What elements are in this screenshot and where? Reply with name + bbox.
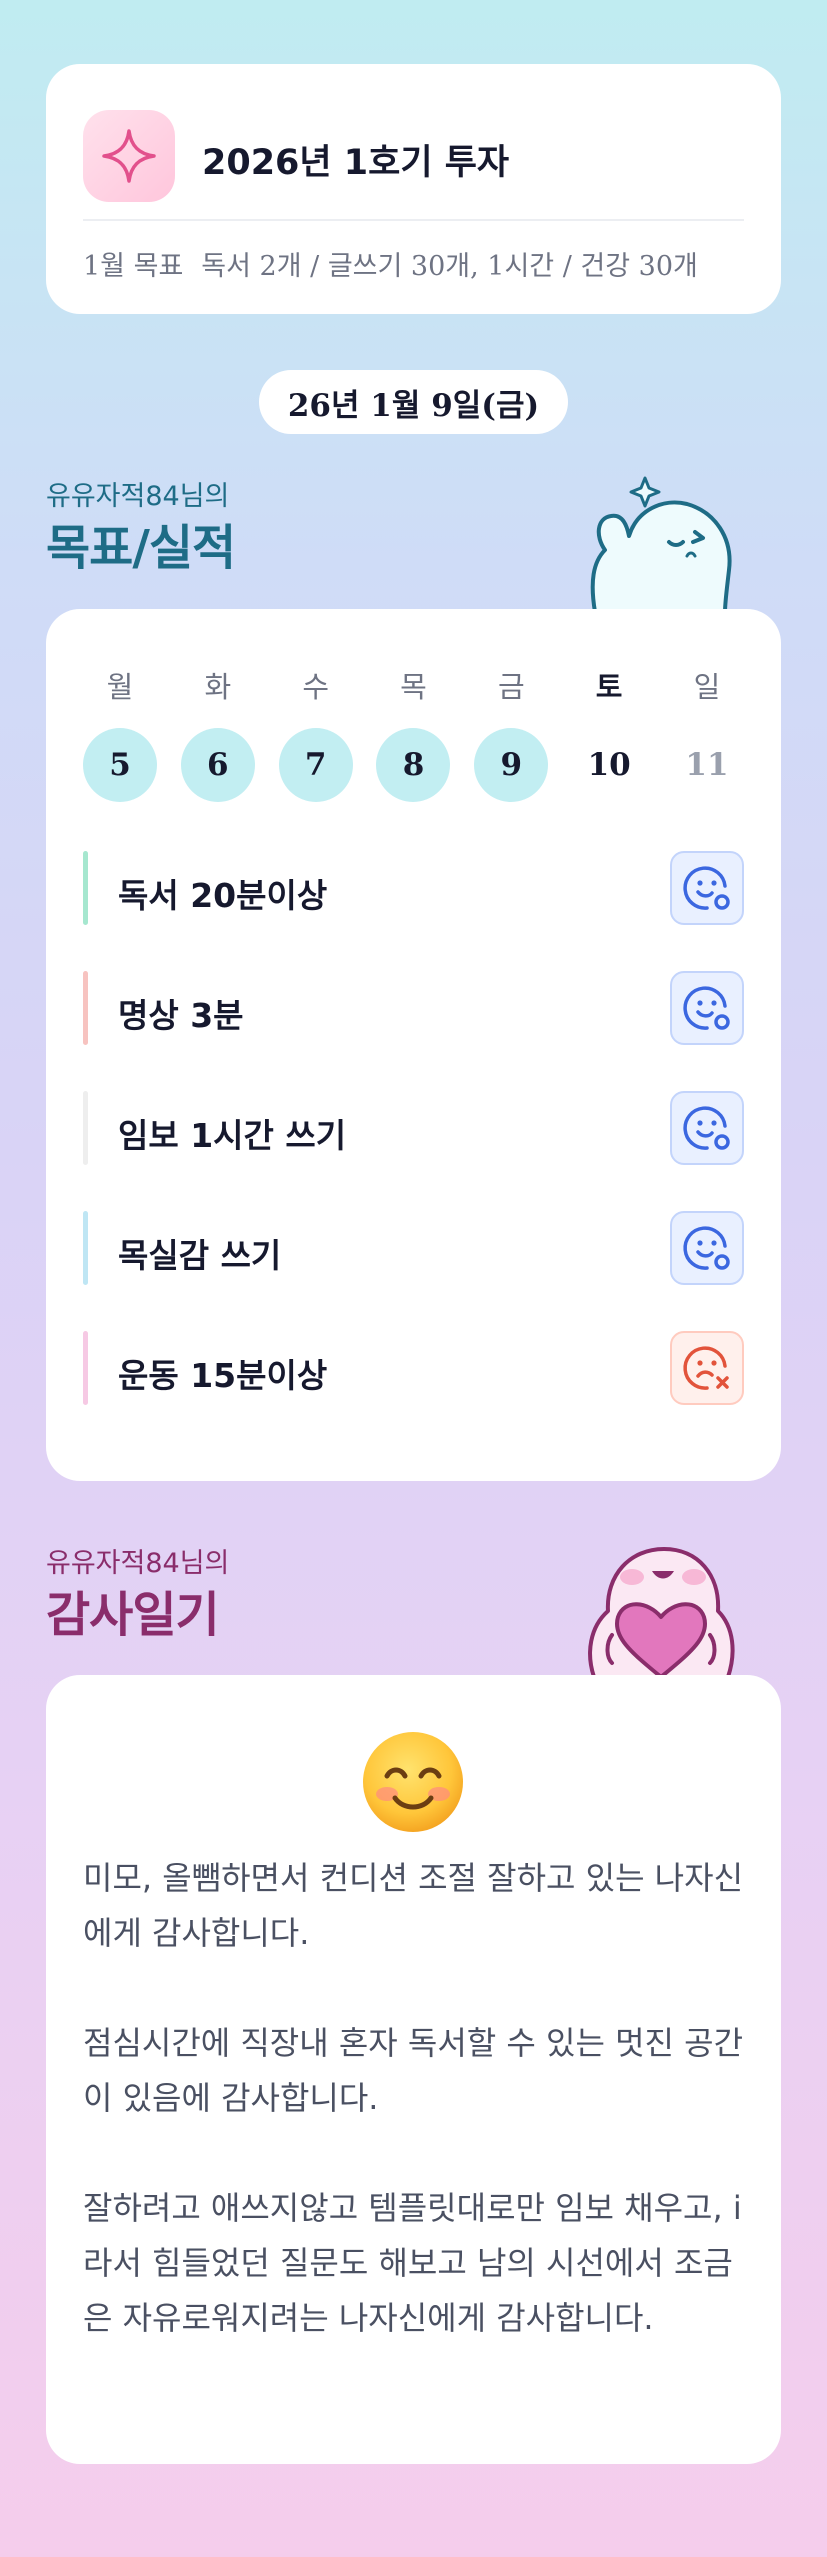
date-selector[interactable]: 26년 1월 9일(금) [259,370,568,434]
ghost-mascot-icon [590,476,732,612]
gratitude-paragraph: 점심시간에 직장내 혼자 독서할 수 있는 멋진 공간이 있음에 감사합니다. [83,2024,744,2117]
weekday-header: 월 화 수 목 금 토 일 [83,664,744,706]
smile-check-icon [683,1106,730,1150]
goal-item: 운동 15분이상 [83,1331,744,1405]
smile-check-icon [683,986,730,1030]
goal-item: 목실감 쓰기 [83,1211,744,1285]
week-days: 5 6 7 8 9 10 11 [83,728,744,802]
gratitude-section-title: 감사일기 [46,1587,220,1643]
goal-item: 임보 1시간 쓰기 [83,1091,744,1165]
weekday-label: 수 [302,670,329,704]
gratitude-paragraph: 미모, 올뺌하면서 컨디션 조절 잘하고 있는 나자신에게 감사합니다. [83,1859,744,1952]
monthly-goal-text: 독서 2개 / 글쓰기 30개, 1시간 / 건강 30개 [201,251,698,282]
day-button[interactable]: 9 [474,728,549,802]
smile-check-icon [683,866,730,910]
day-button[interactable]: 11 [670,728,744,802]
header-card: 2026년 1호기 투자 1월 목표 독서 2개 / 글쓰기 30개, 1시간 /… [46,64,781,314]
gratitude-card: 미모, 올뺌하면서 컨디션 조절 잘하고 있는 나자신에게 감사합니다. 점심시… [46,1675,781,2464]
monthly-goal-label: 1월 목표 [83,251,184,282]
smiling-face-icon [363,1732,463,1832]
goals-card: 월 화 수 목 금 토 일 5 6 7 8 9 10 11 독서 20분이상 명… [46,609,781,1481]
goal-label: 명상 3분 [118,996,244,1035]
goal-label: 독서 20분이상 [118,876,328,915]
gratitude-entry: 미모, 올뺌하면서 컨디션 조절 잘하고 있는 나자신에게 감사합니다. 점심시… [83,1851,744,2346]
goal-status-button[interactable] [670,1091,744,1165]
goal-item: 명상 3분 [83,971,744,1045]
smile-check-icon [683,1226,730,1270]
goal-color-bar [83,1331,88,1405]
day-button[interactable]: 8 [376,728,451,802]
goal-color-bar [83,1211,88,1285]
gratitude-paragraph: 잘하려고 애쓰지않고 템플릿대로만 임보 채우고, i라서 힘들었던 질문도 해… [83,2189,742,2337]
goal-color-bar [83,971,88,1045]
goals-section-title: 목표/실적 [46,520,236,576]
day-button[interactable]: 6 [180,728,255,802]
goal-status-button[interactable] [670,971,744,1045]
goal-color-bar [83,851,88,925]
goal-color-bar [83,1091,88,1165]
weekday-label: 금 [497,670,525,704]
goal-label: 운동 15분이상 [118,1356,328,1395]
sparkle-icon [83,110,175,202]
goal-status-button[interactable] [670,1211,744,1285]
weekday-label: 화 [204,670,232,704]
goal-status-button[interactable] [670,851,744,925]
monthly-goal: 1월 목표 독서 2개 / 글쓰기 30개, 1시간 / 건강 30개 [83,244,744,283]
weekday-label: 목 [400,670,427,704]
weekday-label: 일 [693,670,721,704]
day-button[interactable]: 5 [83,728,157,802]
goal-label: 목실감 쓰기 [118,1236,282,1275]
goal-item: 독서 20분이상 [83,851,744,925]
goal-status-button[interactable] [670,1331,744,1405]
heart-mascot-icon [588,1547,735,1677]
divider [83,219,744,221]
weekday-label: 토 [595,670,623,704]
plan-title: 2026년 1호기 투자 [202,143,510,183]
day-button[interactable]: 10 [572,728,646,802]
weekday-label: 월 [106,670,134,704]
sad-x-icon [683,1346,729,1390]
goal-label: 임보 1시간 쓰기 [118,1116,347,1155]
day-button[interactable]: 7 [278,728,353,802]
